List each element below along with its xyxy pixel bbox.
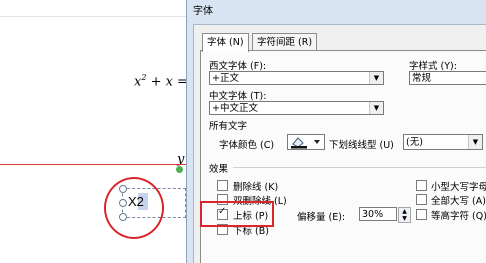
font-color-button[interactable] xyxy=(287,134,325,150)
western-font-label: 西文字体 (F): xyxy=(209,61,267,72)
strikethrough-checkbox[interactable] xyxy=(217,180,228,191)
offset-label: 偏移量 (E): xyxy=(297,212,346,223)
superscript-highlight-box xyxy=(200,201,274,227)
effects-divider xyxy=(233,167,486,168)
equation: x2 + x = xyxy=(134,73,188,90)
all-caps-label: 全部大写 (A) xyxy=(431,196,486,207)
offset-input[interactable]: 30% xyxy=(359,207,397,221)
chevron-down-icon[interactable]: ▼ xyxy=(369,102,383,114)
chinese-font-select[interactable]: +中文正文 ▼ xyxy=(209,101,384,115)
equalize-height-label: 等高字符 (Q) xyxy=(431,211,486,222)
effects-label: 效果 xyxy=(209,164,229,175)
paint-bucket-icon xyxy=(291,137,320,149)
all-caps-checkbox[interactable] xyxy=(416,194,427,205)
chinese-font-label: 中文字体 (T): xyxy=(209,91,267,102)
font-color-label: 字体颜色 (C) xyxy=(219,140,275,151)
annotation-circle xyxy=(104,177,164,239)
dialog-panel: 字体 (N) 字符间距 (R) 西文字体 (F): +正文 ▼ 字样式 (Y): … xyxy=(193,24,486,263)
all-text-label: 所有文字 xyxy=(209,121,248,132)
chevron-down-icon[interactable]: ▼ xyxy=(468,135,482,149)
western-font-select[interactable]: +正文 ▼ xyxy=(209,71,384,85)
tab-char-spacing[interactable]: 字符间距 (R) xyxy=(252,33,318,51)
tab-content: 西文字体 (F): +正文 ▼ 字样式 (Y): 常规 中文字体 (T): +中文… xyxy=(200,50,486,263)
dialog-title[interactable]: 字体 xyxy=(187,0,486,24)
underline-select[interactable]: (无) ▼ xyxy=(403,134,483,150)
offset-stepper[interactable]: ▲ ▼ xyxy=(398,207,411,223)
font-style-field[interactable]: 常规 xyxy=(409,71,486,85)
chevron-down-icon[interactable]: ▼ xyxy=(369,72,383,84)
font-style-label: 字样式 (Y): xyxy=(409,61,457,72)
small-caps-checkbox[interactable] xyxy=(416,180,427,191)
rotation-handle[interactable] xyxy=(176,166,183,173)
small-caps-label: 小型大写字母 xyxy=(431,182,486,193)
strikethrough-label: 删除线 (K) xyxy=(233,182,279,193)
equalize-height-checkbox[interactable] xyxy=(416,209,427,220)
page-divider xyxy=(0,16,190,17)
tab-font[interactable]: 字体 (N) xyxy=(202,33,249,52)
underline-label: 下划线线型 (U) xyxy=(329,140,394,151)
